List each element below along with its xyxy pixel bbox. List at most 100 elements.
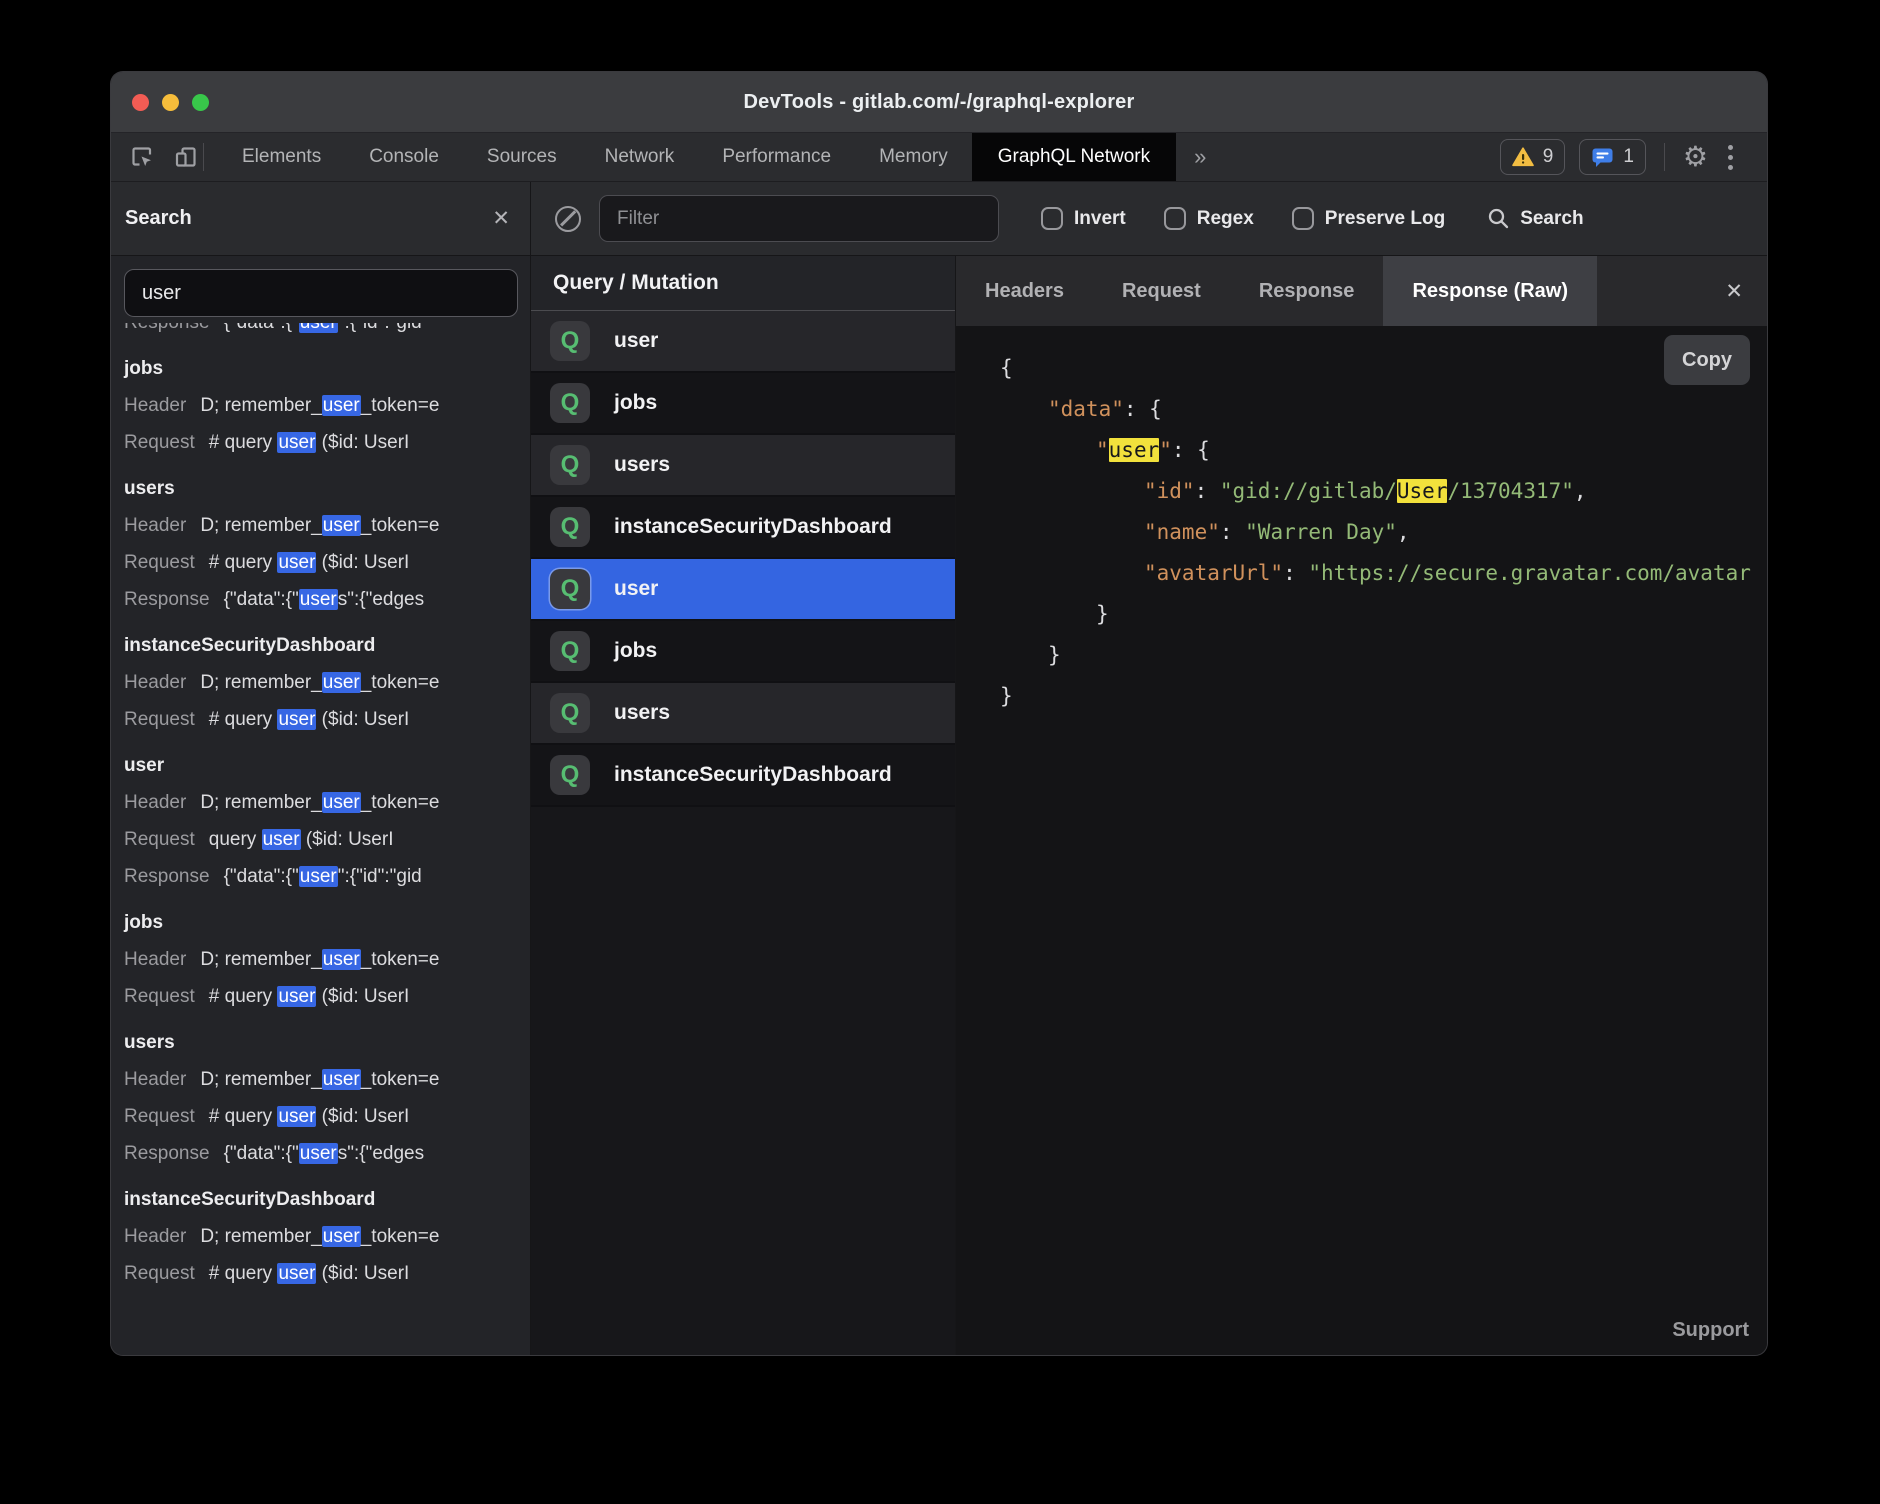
devtools-tab-performance[interactable]: Performance: [698, 133, 855, 181]
preserve-log-checkbox-icon: [1292, 207, 1314, 230]
result-line-text: query user ($id: UserI: [209, 829, 394, 850]
search-icon: [1487, 207, 1510, 230]
invert-checkbox-label: Invert: [1074, 208, 1126, 230]
result-group-heading-instancesecuritydashboard[interactable]: instanceSecurityDashboard: [124, 634, 530, 658]
detail-tab-request[interactable]: Request: [1093, 256, 1230, 326]
result-line-header[interactable]: Header D; remember_user_token=e: [124, 670, 530, 695]
query-item-jobs[interactable]: Qjobs: [531, 373, 955, 435]
result-line-label: Request: [124, 1106, 195, 1127]
checkbox-regex[interactable]: Regex: [1164, 207, 1254, 230]
search-panel-close-icon[interactable]: ✕: [492, 208, 510, 229]
result-line-header[interactable]: HeaderD; remember_user_token=e: [124, 790, 530, 815]
json-line: "id": "gid://gitlab/User/13704317",: [956, 471, 1767, 512]
toolbar-search-label: Search: [1520, 208, 1583, 230]
checkbox-preserve-log[interactable]: Preserve Log: [1292, 207, 1445, 230]
message-icon: [1591, 147, 1614, 168]
main-content: Response{"data":{"user":{"id":"gid jobs He…: [111, 256, 1767, 1355]
json-line: "data": {: [956, 389, 1767, 430]
result-line-header[interactable]: HeaderD; remember_user_token=e: [124, 393, 530, 418]
query-type-badge: Q: [550, 445, 590, 485]
query-item-label: jobs: [614, 639, 657, 663]
filter-input[interactable]: [599, 195, 999, 242]
warnings-badge[interactable]: 9: [1500, 139, 1566, 175]
result-group-heading-jobs[interactable]: jobs: [124, 911, 530, 935]
result-line-text: # query user ($id: UserI: [209, 709, 410, 730]
result-line-text: D; remember_user_token=e: [200, 515, 439, 536]
result-group-heading-instancesecuritydashboard[interactable]: instanceSecurityDashboard: [124, 1188, 530, 1212]
query-item-user[interactable]: Quser: [531, 311, 955, 373]
desktop-background: { "window": { "title": "DevTools - gitla…: [0, 0, 1880, 1504]
devtools-tab-network[interactable]: Network: [581, 133, 699, 181]
result-line-text: # query user ($id: UserI: [209, 552, 410, 573]
checkbox-invert[interactable]: Invert: [1041, 207, 1126, 230]
query-item-label: users: [614, 453, 670, 477]
more-tabs-chevron-icon[interactable]: »: [1176, 133, 1224, 181]
result-line-response[interactable]: Response{"data":{"user":{"id":"gid: [124, 323, 530, 335]
devtools-tab-elements[interactable]: Elements: [218, 133, 345, 181]
result-line-request[interactable]: Request # query user ($id: UserI: [124, 550, 530, 575]
result-group-heading-user[interactable]: user: [124, 754, 530, 778]
result-line-header[interactable]: HeaderD; remember_user_token=e: [124, 1067, 530, 1092]
detail-close-icon[interactable]: ✕: [1725, 256, 1743, 326]
settings-gear-icon[interactable]: ⚙: [1683, 143, 1708, 171]
result-line-request[interactable]: Request # query user ($id: UserI: [124, 984, 530, 1009]
query-item-user[interactable]: Quser: [531, 559, 955, 621]
copy-button[interactable]: Copy: [1664, 335, 1750, 385]
query-item-label: jobs: [614, 391, 657, 415]
detail-tab-response-raw[interactable]: Response (Raw): [1383, 256, 1597, 326]
devtools-tab-sources[interactable]: Sources: [463, 133, 581, 181]
result-line-request[interactable]: Request# query user ($id: UserI: [124, 1104, 530, 1129]
result-group-heading-jobs[interactable]: jobs: [124, 357, 530, 381]
query-item-instancesecuritydashboard[interactable]: QinstanceSecurityDashboard: [531, 745, 955, 807]
result-line-request[interactable]: Request# query user ($id: UserI: [124, 1261, 530, 1286]
result-line-text: # query user ($id: UserI: [209, 986, 410, 1007]
result-line-header[interactable]: HeaderD; remember_user_token=e: [124, 513, 530, 538]
search-panel-title: Search: [125, 207, 192, 230]
result-line-label: Header: [124, 1069, 186, 1090]
json-line: "name": "Warren Day",: [956, 512, 1767, 553]
more-options-kebab-icon[interactable]: [1722, 145, 1739, 170]
json-line: }: [956, 594, 1767, 635]
query-item-users[interactable]: Qusers: [531, 435, 955, 497]
search-input[interactable]: [124, 269, 518, 317]
devtools-tab-memory[interactable]: Memory: [855, 133, 972, 181]
messages-badge[interactable]: 1: [1579, 139, 1646, 175]
devtools-tab-console[interactable]: Console: [345, 133, 463, 181]
device-toolbar-icon[interactable]: [173, 144, 199, 170]
window-title: DevTools - gitlab.com/-/graphql-explorer: [111, 91, 1767, 114]
clear-log-icon[interactable]: [555, 206, 581, 232]
result-line-request[interactable]: Request# query user ($id: UserI: [124, 430, 530, 455]
json-line: }: [956, 676, 1767, 717]
result-group-heading-users[interactable]: users: [124, 1031, 530, 1055]
query-type-badge: Q: [550, 569, 590, 609]
badges-separator: [1664, 143, 1665, 171]
detail-tab-response[interactable]: Response: [1230, 256, 1384, 326]
detail-tab-headers[interactable]: Headers: [956, 256, 1093, 326]
warning-icon: [1512, 147, 1534, 167]
result-line-label: Header: [124, 672, 186, 693]
result-line-header[interactable]: HeaderD; remember_user_token=e: [124, 1224, 530, 1249]
result-line-request[interactable]: Request# query user ($id: UserI: [124, 707, 530, 732]
support-link[interactable]: Support: [1672, 1319, 1749, 1342]
result-line-request[interactable]: Requestquery user ($id: UserI: [124, 827, 530, 852]
result-line-label: Request: [124, 986, 195, 1007]
query-rows: QuserQjobsQusersQinstanceSecurityDashboa…: [531, 311, 955, 807]
result-line-text: D; remember_user_token=e: [200, 672, 439, 693]
result-line-label: Request: [124, 552, 195, 573]
toolbar-row: Search ✕ Invert Regex Preserve Log Search: [111, 182, 1767, 256]
inspect-element-icon[interactable]: [129, 144, 155, 170]
result-line-text: # query user ($id: UserI: [209, 432, 410, 453]
regex-checkbox-label: Regex: [1197, 208, 1254, 230]
detail-tab-bar: HeadersRequestResponseResponse (Raw) ✕: [956, 256, 1767, 326]
toolbar-search[interactable]: Search: [1487, 207, 1583, 230]
result-line-response[interactable]: Response{"data":{"user":{"id":"gid: [124, 864, 530, 889]
result-group-heading-users[interactable]: users: [124, 477, 530, 501]
result-line-response[interactable]: Response{"data":{"users":{"edges: [124, 1141, 530, 1166]
query-item-users[interactable]: Qusers: [531, 683, 955, 745]
result-line-header[interactable]: HeaderD; remember_user_token=e: [124, 947, 530, 972]
query-item-jobs[interactable]: Qjobs: [531, 621, 955, 683]
devtools-tab-graphql-network[interactable]: GraphQL Network: [972, 133, 1176, 181]
query-list-panel: Query / Mutation QuserQjobsQusersQinstan…: [531, 256, 956, 1355]
query-item-instancesecuritydashboard[interactable]: QinstanceSecurityDashboard: [531, 497, 955, 559]
result-line-response[interactable]: Response{"data":{"users":{"edges: [124, 587, 530, 612]
